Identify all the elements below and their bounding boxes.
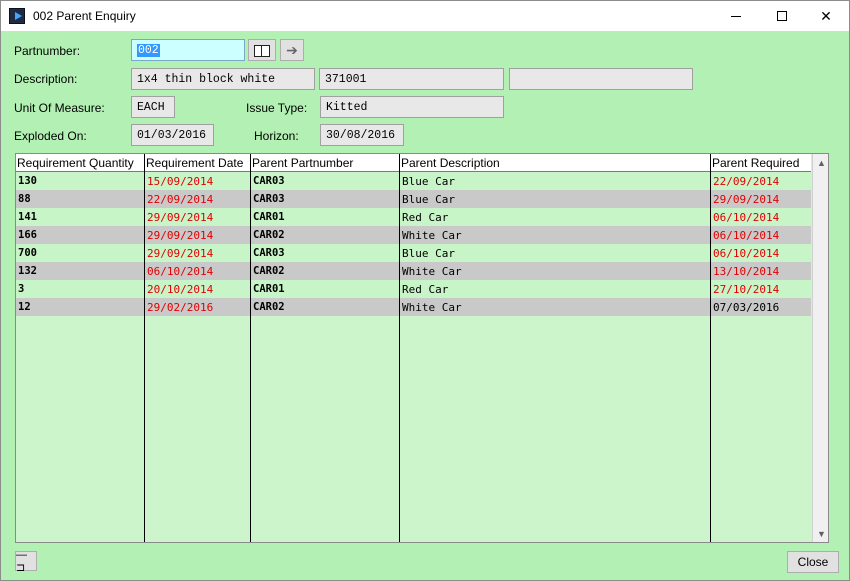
parent-desc-cell: Red Car [402, 283, 449, 296]
parent-pn-cell: CAR01 [253, 283, 285, 295]
maximize-icon [777, 11, 787, 21]
req-date-cell: 22/09/2014 [147, 193, 214, 206]
qty-cell: 130 [18, 175, 37, 187]
vertical-scrollbar[interactable]: ▲ ▼ [812, 154, 828, 542]
table-row[interactable]: 88 22/09/2014 CAR03 Blue Car 29/09/2014 [16, 190, 811, 208]
title-bar: 002 Parent Enquiry ✕ [1, 1, 849, 31]
partnumber-input[interactable]: 002 [131, 39, 245, 61]
req-date-cell: 15/09/2014 [147, 175, 214, 188]
qty-cell: 12 [18, 301, 31, 313]
horizon-field: 30/08/2016 [320, 124, 404, 146]
minimize-icon [731, 15, 741, 17]
app-play-icon [9, 8, 25, 24]
parent-pn-cell: CAR03 [253, 193, 285, 205]
partnumber-label: Partnumber: [14, 44, 81, 58]
scroll-up-arrow-icon[interactable]: ▲ [813, 154, 828, 171]
book-icon [254, 44, 270, 57]
column-divider [399, 154, 400, 542]
col-header-parent-partnumber[interactable]: Parent Partnumber [252, 156, 353, 170]
close-button[interactable]: Close [787, 551, 839, 573]
table-row[interactable]: 141 29/09/2014 CAR01 Red Car 06/10/2014 [16, 208, 811, 226]
parent-desc-cell: Blue Car [402, 175, 455, 188]
parent-req-cell: 13/10/2014 [713, 265, 780, 278]
req-date-cell: 06/10/2014 [147, 265, 214, 278]
table-row[interactable]: 700 29/09/2014 CAR03 Blue Car 06/10/2014 [16, 244, 811, 262]
qty-cell: 132 [18, 265, 37, 277]
close-window-button[interactable]: ✕ [803, 1, 849, 31]
column-divider [144, 154, 145, 542]
qty-cell: 141 [18, 211, 37, 223]
req-date-cell: 29/09/2014 [147, 247, 214, 260]
parent-req-cell: 27/10/2014 [713, 283, 780, 296]
col-header-parent-description[interactable]: Parent Description [401, 156, 500, 170]
lookup-button[interactable] [248, 39, 276, 61]
parent-desc-cell: White Car [402, 301, 462, 314]
parent-pn-cell: CAR02 [253, 265, 285, 277]
description-label: Description: [14, 72, 78, 86]
scroll-down-arrow-icon[interactable]: ▼ [813, 525, 828, 542]
parent-desc-cell: Red Car [402, 211, 449, 224]
parent-pn-cell: CAR02 [253, 229, 285, 241]
issue-type-label: Issue Type: [246, 101, 308, 115]
arrow-right-icon: ➔ [286, 42, 298, 58]
minimize-button[interactable] [713, 1, 759, 31]
parent-desc-cell: Blue Car [402, 193, 455, 206]
parent-req-cell: 07/03/2016 [713, 301, 780, 314]
parent-desc-cell: White Car [402, 229, 462, 242]
parent-req-cell: 22/09/2014 [713, 175, 780, 188]
horizon-label: Horizon: [254, 129, 299, 143]
qty-cell: 3 [18, 283, 25, 295]
close-button-label: Close [797, 555, 829, 569]
go-button[interactable]: ➔ [280, 39, 304, 61]
close-icon: ✕ [820, 7, 832, 24]
parent-desc-cell: Blue Car [402, 247, 455, 260]
table-row[interactable]: 3 20/10/2014 CAR01 Red Car 27/10/2014 [16, 280, 811, 298]
description-field: 1x4 thin block white [131, 68, 315, 90]
table-row[interactable]: 12 29/02/2016 CAR02 White Car 07/03/2016 [16, 298, 811, 316]
parent-pn-cell: CAR02 [253, 301, 285, 313]
description-code-field: 371001 [319, 68, 504, 90]
exploded-on-label: Exploded On: [14, 129, 87, 143]
uom-field: EACH [131, 96, 175, 118]
exploded-on-field: 01/03/2016 [131, 124, 214, 146]
req-date-cell: 20/10/2014 [147, 283, 214, 296]
req-date-cell: 29/09/2014 [147, 211, 214, 224]
parent-req-cell: 06/10/2014 [713, 247, 780, 260]
qty-cell: 700 [18, 247, 37, 259]
maximize-button[interactable] [759, 1, 805, 31]
parent-req-cell: 29/09/2014 [713, 193, 780, 206]
col-header-requirement-date[interactable]: Requirement Date [146, 156, 243, 170]
description-extra-field [509, 68, 693, 90]
parent-enquiry-window: 002 Parent Enquiry ✕ Partnumber: 002 ➔ D… [0, 0, 850, 581]
parent-req-cell: 06/10/2014 [713, 211, 780, 224]
pin-icon: —⊐ [16, 548, 27, 574]
column-divider [250, 154, 251, 542]
parent-pn-cell: CAR03 [253, 247, 285, 259]
column-divider [710, 154, 711, 542]
parent-desc-cell: White Car [402, 265, 462, 278]
grid-header: Requirement Quantity Requirement Date Pa… [16, 154, 811, 172]
pin-button[interactable]: —⊐ [15, 548, 37, 574]
col-header-requirement-quantity[interactable]: Requirement Quantity [17, 156, 134, 170]
partnumber-value: 002 [137, 44, 160, 57]
window-title: 002 Parent Enquiry [33, 9, 136, 23]
table-row[interactable]: 130 15/09/2014 CAR03 Blue Car 22/09/2014 [16, 172, 811, 190]
req-date-cell: 29/09/2014 [147, 229, 214, 242]
req-date-cell: 29/02/2016 [147, 301, 214, 314]
uom-label: Unit Of Measure: [14, 101, 105, 115]
qty-cell: 88 [18, 193, 31, 205]
table-row[interactable]: 166 29/09/2014 CAR02 White Car 06/10/201… [16, 226, 811, 244]
col-header-parent-required[interactable]: Parent Required [712, 156, 799, 170]
parent-pn-cell: CAR01 [253, 211, 285, 223]
issue-type-field: Kitted [320, 96, 504, 118]
parent-req-cell: 06/10/2014 [713, 229, 780, 242]
requirements-grid[interactable]: Requirement Quantity Requirement Date Pa… [15, 153, 829, 543]
parent-pn-cell: CAR03 [253, 175, 285, 187]
qty-cell: 166 [18, 229, 37, 241]
table-row[interactable]: 132 06/10/2014 CAR02 White Car 13/10/201… [16, 262, 811, 280]
